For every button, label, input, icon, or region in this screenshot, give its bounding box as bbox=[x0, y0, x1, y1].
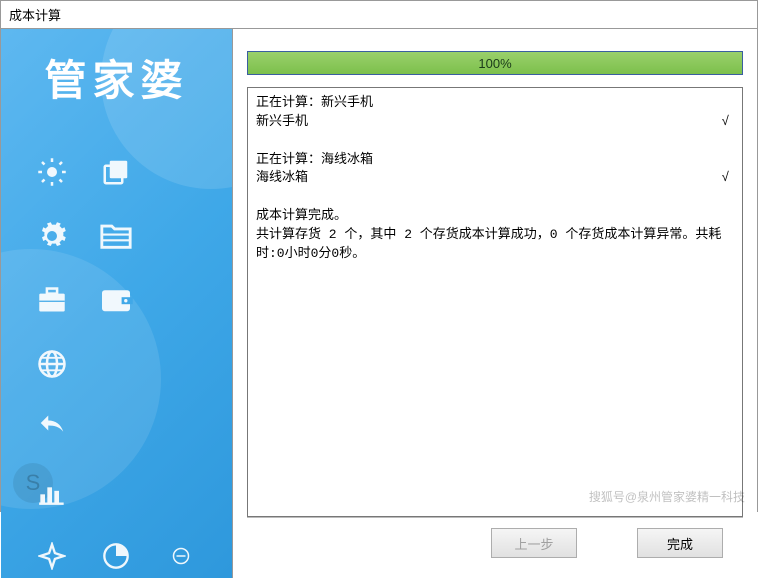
blank-icon bbox=[154, 406, 208, 450]
blank-icon bbox=[154, 470, 208, 514]
sun-icon bbox=[25, 150, 79, 194]
progress-label: 100% bbox=[478, 56, 511, 71]
blank-icon bbox=[154, 150, 208, 194]
stack-icon bbox=[89, 150, 143, 194]
bars-icon bbox=[25, 470, 79, 514]
log-output: 正在计算：新兴手机 新兴手机 √ 正在计算：海线冰箱 海线冰箱 √ 成本计算完成… bbox=[247, 87, 743, 517]
cost-calculation-window: 成本计算 管家婆 bbox=[0, 0, 758, 512]
pie-icon bbox=[89, 534, 143, 578]
window-title: 成本计算 bbox=[9, 8, 61, 23]
blank-icon bbox=[154, 214, 208, 258]
progress-wrap: 100% bbox=[247, 45, 743, 87]
titlebar: 成本计算 bbox=[1, 1, 757, 29]
folder-icon bbox=[89, 214, 143, 258]
undo-icon bbox=[25, 406, 79, 450]
globe-icon bbox=[25, 342, 79, 386]
prev-button[interactable]: 上一步 bbox=[491, 528, 577, 558]
blank-icon bbox=[154, 278, 208, 322]
main-panel: 100% 正在计算：新兴手机 新兴手机 √ 正在计算：海线冰箱 海线冰箱 √ 成… bbox=[233, 29, 757, 578]
body: 管家婆 bbox=[1, 29, 757, 578]
dash-icon bbox=[154, 534, 208, 578]
footer: 上一步 完成 bbox=[247, 517, 743, 568]
brand-logo: 管家婆 bbox=[1, 29, 232, 120]
blank-icon bbox=[154, 342, 208, 386]
blank-icon bbox=[89, 406, 143, 450]
progress-bar: 100% bbox=[247, 51, 743, 75]
wallet-icon bbox=[89, 278, 143, 322]
done-button[interactable]: 完成 bbox=[637, 528, 723, 558]
star-icon bbox=[25, 534, 79, 578]
blank-icon bbox=[89, 342, 143, 386]
gear-icon bbox=[25, 214, 79, 258]
sidebar: 管家婆 bbox=[1, 29, 233, 578]
sidebar-icon-grid bbox=[1, 120, 232, 578]
blank-icon bbox=[89, 470, 143, 514]
briefcase-icon bbox=[25, 278, 79, 322]
